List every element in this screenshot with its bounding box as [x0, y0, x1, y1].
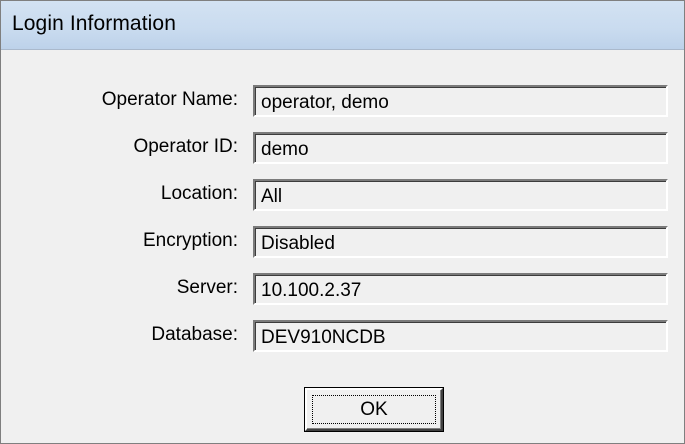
server-label: Server:	[176, 277, 238, 298]
server-row: Server: 10.100.2.37	[1, 273, 684, 309]
encryption-row: Encryption: Disabled	[1, 226, 684, 262]
encryption-label: Encryption:	[142, 230, 238, 251]
location-row: Location: All	[1, 179, 684, 215]
operator-id-row: Operator ID: demo	[1, 132, 684, 168]
operator-id-label: Operator ID:	[133, 136, 238, 157]
database-label: Database:	[151, 324, 238, 345]
dialog-title: Login Information	[12, 12, 176, 35]
operator-name-row: Operator Name: operator, demo	[1, 85, 684, 121]
login-information-dialog: Login Information Operator Name: operato…	[0, 0, 685, 444]
location-field[interactable]: All	[253, 179, 668, 211]
server-field[interactable]: 10.100.2.37	[253, 273, 668, 305]
ok-button[interactable]: OK	[305, 388, 443, 431]
location-label: Location:	[160, 183, 238, 204]
operator-name-field[interactable]: operator, demo	[253, 85, 668, 117]
operator-id-field[interactable]: demo	[253, 132, 668, 164]
ok-button-label: OK	[312, 395, 436, 424]
operator-name-label: Operator Name:	[101, 89, 238, 110]
database-field[interactable]: DEV910NCDB	[253, 320, 668, 352]
database-row: Database: DEV910NCDB	[1, 320, 684, 356]
title-bar: Login Information	[1, 1, 684, 50]
encryption-field[interactable]: Disabled	[253, 226, 668, 258]
